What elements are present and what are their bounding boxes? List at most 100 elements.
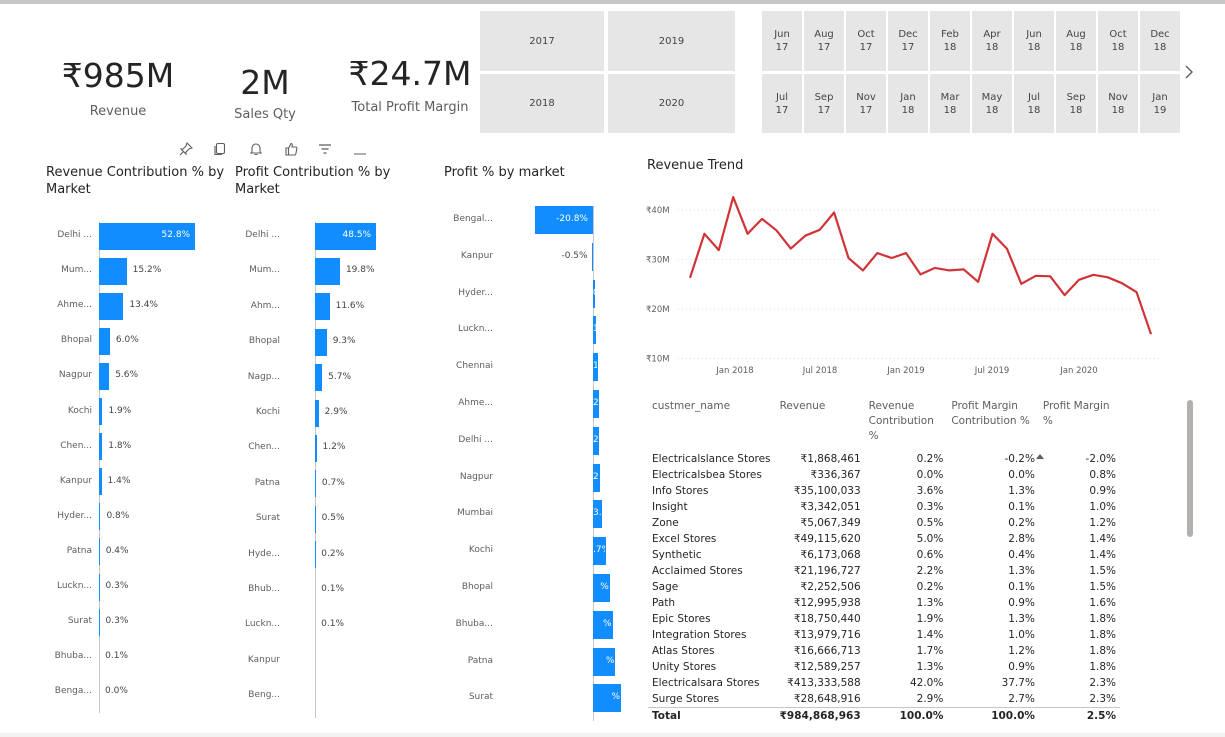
revenue-data-point[interactable]: [1063, 293, 1067, 297]
year-slicer-2017[interactable]: 2017: [480, 11, 604, 71]
month-slicer-item[interactable]: Jan 19: [1140, 74, 1180, 133]
month-slicer-item[interactable]: Sep 17: [804, 74, 844, 133]
table-row[interactable]: Electricalslance Stores ₹1,868,461 0.2% -0.…: [648, 451, 1120, 467]
revenue-data-point[interactable]: [919, 272, 923, 276]
revenue-data-point[interactable]: [1077, 278, 1081, 282]
bar[interactable]: [315, 328, 327, 356]
bar[interactable]: [99, 573, 100, 601]
month-slicer-item[interactable]: Sep 18: [1056, 74, 1096, 133]
revenue-data-point[interactable]: [976, 280, 980, 284]
table-row[interactable]: Electricalsara Stores ₹413,333,588 42.0% 37…: [648, 675, 1120, 691]
revenue-data-point[interactable]: [803, 234, 807, 238]
table-row[interactable]: Path ₹12,995,938 1.3% 0.9% 1.6%: [648, 595, 1120, 611]
bar[interactable]: [99, 468, 102, 496]
year-slicer-2019[interactable]: 2019: [608, 11, 735, 71]
sort-ascending-icon[interactable]: [1036, 444, 1044, 459]
bar[interactable]: [315, 505, 316, 533]
month-slicer-item[interactable]: Jan 18: [888, 74, 928, 133]
month-slicer-item[interactable]: Aug 18: [1056, 11, 1096, 71]
revenue-data-point[interactable]: [1091, 273, 1095, 277]
revenue-data-point[interactable]: [746, 232, 750, 236]
revenue-data-point[interactable]: [1106, 275, 1110, 279]
bar[interactable]: [99, 503, 101, 531]
revenue-data-point[interactable]: [846, 256, 850, 260]
revenue-data-point[interactable]: [1135, 290, 1139, 294]
revenue-data-point[interactable]: [1048, 274, 1052, 278]
revenue-data-point[interactable]: [1005, 247, 1009, 251]
bar[interactable]: [99, 362, 110, 390]
revenue-data-point[interactable]: [1019, 282, 1023, 286]
table-header-profit-margin-contribution[interactable]: Profit Margin Contribution %: [947, 399, 1039, 451]
revenue-data-point[interactable]: [962, 267, 966, 271]
month-slicer-item[interactable]: May 18: [972, 74, 1012, 133]
revenue-data-point[interactable]: [702, 232, 706, 236]
revenue-data-point[interactable]: [1034, 274, 1038, 278]
bar[interactable]: [315, 257, 340, 285]
month-slicer-item[interactable]: Jun 17: [762, 11, 802, 71]
table-row[interactable]: Surge Stores ₹28,648,916 2.9% 2.7% 2.3%: [648, 691, 1120, 708]
table-header-revenue[interactable]: Revenue: [776, 399, 865, 451]
revenue-data-point[interactable]: [789, 247, 793, 251]
month-slicer-item[interactable]: Aug 17: [804, 11, 844, 71]
revenue-data-point[interactable]: [717, 248, 721, 252]
bar[interactable]: [99, 327, 110, 355]
bar[interactable]: [315, 470, 316, 498]
table-row[interactable]: Acclaimed Stores ₹21,196,727 2.2% 1.3% 1.5%: [648, 563, 1120, 579]
table-row[interactable]: Atlas Stores ₹16,666,713 1.7% 1.2% 1.8%: [648, 643, 1120, 659]
revenue-data-point[interactable]: [774, 228, 778, 232]
month-slicer-item[interactable]: Feb 18: [930, 11, 970, 71]
revenue-data-point[interactable]: [933, 266, 937, 270]
table-row[interactable]: Unity Stores ₹12,589,257 1.3% 0.9% 1.8%: [648, 659, 1120, 675]
revenue-data-point[interactable]: [832, 210, 836, 214]
revenue-data-point[interactable]: [947, 268, 951, 272]
more-icon[interactable]: [352, 141, 368, 157]
table-header-profit-margin-pct[interactable]: Profit Margin %: [1039, 399, 1120, 451]
table-scrollbar[interactable]: [1187, 400, 1193, 537]
month-slicer-item[interactable]: Oct 18: [1098, 11, 1138, 71]
revenue-data-point[interactable]: [890, 256, 894, 260]
table-row[interactable]: Excel Stores ₹49,115,620 5.0% 2.8% 1.4%: [648, 531, 1120, 547]
revenue-data-point[interactable]: [1120, 281, 1124, 285]
table-row[interactable]: Electricalsbea Stores ₹336,367 0.0% 0.0% 0.8…: [648, 467, 1120, 483]
month-slicer-item[interactable]: Jun 18: [1014, 11, 1054, 71]
revenue-data-point[interactable]: [688, 276, 692, 280]
month-slicer-item[interactable]: Jul 17: [762, 74, 802, 133]
filter-icon[interactable]: [317, 141, 333, 157]
bar[interactable]: [99, 398, 103, 425]
revenue-data-point[interactable]: [861, 268, 865, 272]
bar[interactable]: [315, 434, 317, 462]
table-row[interactable]: Info Stores ₹35,100,033 3.6% 1.3% 0.9%: [648, 483, 1120, 499]
table-row[interactable]: Insight ₹3,342,051 0.3% 0.1% 1.0%: [648, 499, 1120, 515]
bar[interactable]: [99, 538, 100, 566]
bar[interactable]: [591, 242, 593, 271]
table-row[interactable]: Sage ₹2,252,506 0.2% 0.1% 1.5%: [648, 579, 1120, 595]
table-row[interactable]: Zone ₹5,067,349 0.5% 0.2% 1.2%: [648, 515, 1120, 531]
month-slicer-item[interactable]: Oct 17: [846, 11, 886, 71]
table-header-customer-name[interactable]: custmer_name: [648, 399, 776, 451]
table-row[interactable]: Epic Stores ₹18,750,440 1.9% 1.3% 1.8%: [648, 611, 1120, 627]
bar[interactable]: [99, 608, 100, 636]
bar[interactable]: [315, 399, 319, 427]
table-header-revenue-contribution[interactable]: Revenue Contribution %: [865, 399, 948, 451]
revenue-data-point[interactable]: [991, 232, 995, 236]
month-slicer-item[interactable]: Apr 18: [972, 11, 1012, 71]
bar[interactable]: [99, 433, 103, 461]
bar[interactable]: [99, 257, 127, 285]
month-slicer-item[interactable]: Mar 18: [930, 74, 970, 133]
revenue-series-line[interactable]: [688, 195, 1153, 335]
month-slicer-item[interactable]: Nov 18: [1098, 74, 1138, 133]
revenue-data-point[interactable]: [731, 195, 735, 199]
chevron-right-icon[interactable]: [1181, 62, 1197, 82]
month-slicer-item[interactable]: Jul 18: [1014, 74, 1054, 133]
year-slicer-2020[interactable]: 2020: [608, 74, 735, 133]
revenue-data-point[interactable]: [760, 217, 764, 221]
revenue-data-point[interactable]: [904, 251, 908, 255]
bar[interactable]: [315, 293, 330, 321]
thumbs-up-icon[interactable]: [283, 141, 299, 157]
month-slicer-item[interactable]: Nov 17: [846, 74, 886, 133]
pin-icon[interactable]: [178, 141, 194, 157]
year-slicer-2018[interactable]: 2018: [480, 74, 604, 133]
bell-icon[interactable]: [248, 141, 264, 157]
month-slicer-item[interactable]: Dec 17: [888, 11, 928, 71]
revenue-data-point[interactable]: [875, 251, 879, 255]
